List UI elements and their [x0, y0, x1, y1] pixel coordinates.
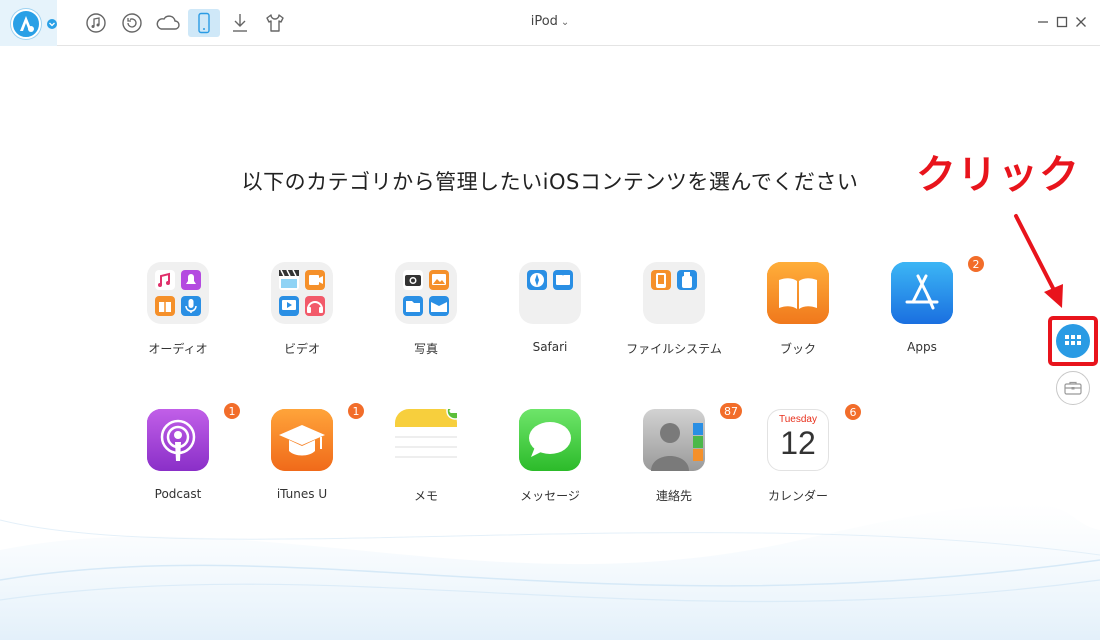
safari-folder-icon [519, 262, 581, 324]
music-icon [86, 13, 106, 33]
itunes-u-icon: 1 [271, 402, 365, 471]
restore-icon [122, 13, 142, 33]
category-books[interactable]: ブック [743, 262, 853, 362]
category-label: Safari [532, 340, 568, 354]
tshirt-icon [266, 14, 284, 32]
podcast-icon: 1 [147, 402, 241, 471]
category-label: ファイルシステム [626, 342, 722, 356]
ringtone-button[interactable] [263, 11, 287, 35]
close-icon [1076, 17, 1086, 27]
minimize-icon [1038, 21, 1048, 23]
device-name: iPod [530, 14, 558, 29]
category-photos[interactable]: 写真 [371, 262, 481, 362]
filesystem-folder-icon [643, 262, 705, 324]
anytrans-logo-icon [11, 9, 41, 39]
category-label: メモ [413, 489, 438, 503]
calendar-icon: Tuesday 12 6 [767, 403, 862, 471]
category-label: 写真 [413, 342, 438, 356]
download-button[interactable] [228, 11, 252, 35]
category-messages[interactable]: メッセージ [495, 409, 605, 509]
category-podcast[interactable]: 1 Podcast [123, 402, 241, 509]
video-folder-icon [271, 262, 333, 324]
category-view-button[interactable] [1056, 324, 1090, 358]
music-button[interactable] [84, 11, 108, 35]
count-badge: 6 [844, 403, 862, 421]
count-badge: 1 [347, 402, 365, 420]
category-label: Apps [907, 340, 937, 354]
click-annotation: クリック [916, 152, 1080, 198]
app-logo-button[interactable] [0, 0, 57, 46]
device-selector[interactable]: iPod ⌄ [500, 14, 600, 29]
download-icon [233, 14, 247, 32]
title-bar: iPod ⌄ [0, 0, 1100, 46]
count-badge: 87 [719, 402, 743, 420]
category-label: メッセージ [520, 489, 580, 503]
category-label: ブック [779, 342, 816, 356]
maximize-icon [1056, 16, 1068, 28]
category-filesystem[interactable]: ファイルシステム [619, 262, 729, 362]
count-badge: 1 [223, 402, 241, 420]
cloud-icon [156, 15, 180, 30]
calendar-day: 12 [780, 425, 816, 461]
device-manager-button[interactable] [188, 9, 220, 37]
app-store-icon: 2 [891, 255, 985, 324]
category-label: オーディオ [148, 342, 208, 356]
toolkit-button[interactable] [1056, 371, 1090, 405]
books-icon [767, 262, 829, 324]
category-label: カレンダー [767, 489, 828, 503]
restore-button[interactable] [120, 11, 144, 35]
category-safari[interactable]: Safari [495, 262, 605, 362]
chevron-down-icon: ⌄ [560, 17, 570, 28]
category-label: iTunes U [276, 487, 328, 501]
calendar-weekday: Tuesday [779, 414, 817, 425]
category-apps[interactable]: 2 Apps [867, 255, 985, 362]
category-label: Podcast [154, 487, 202, 501]
grid-icon [1065, 335, 1081, 345]
contacts-icon: 87 [643, 402, 743, 471]
category-calendar[interactable]: Tuesday 12 6 カレンダー [743, 403, 862, 509]
category-label: 連絡先 [655, 489, 692, 503]
toolbox-icon [1064, 381, 1082, 395]
minimize-button[interactable] [1036, 14, 1050, 30]
icloud-button[interactable] [155, 11, 181, 35]
audio-folder-icon [147, 262, 209, 324]
device-icon [198, 12, 210, 34]
red-arrow-icon [1014, 214, 1063, 308]
category-notes[interactable]: メモ [371, 409, 481, 509]
category-itunes-u[interactable]: 1 iTunes U [247, 402, 365, 509]
messages-icon [519, 409, 581, 471]
category-audio[interactable]: オーディオ [123, 262, 233, 362]
chevron-down-icon [47, 19, 57, 29]
maximize-button[interactable] [1055, 14, 1069, 30]
count-badge: 2 [967, 255, 985, 273]
category-label: ビデオ [283, 342, 320, 356]
notes-icon [395, 409, 457, 471]
category-video[interactable]: ビデオ [247, 262, 357, 362]
photo-folder-icon [395, 262, 457, 324]
close-button[interactable] [1074, 14, 1088, 30]
category-contacts[interactable]: 87 連絡先 [619, 402, 743, 509]
